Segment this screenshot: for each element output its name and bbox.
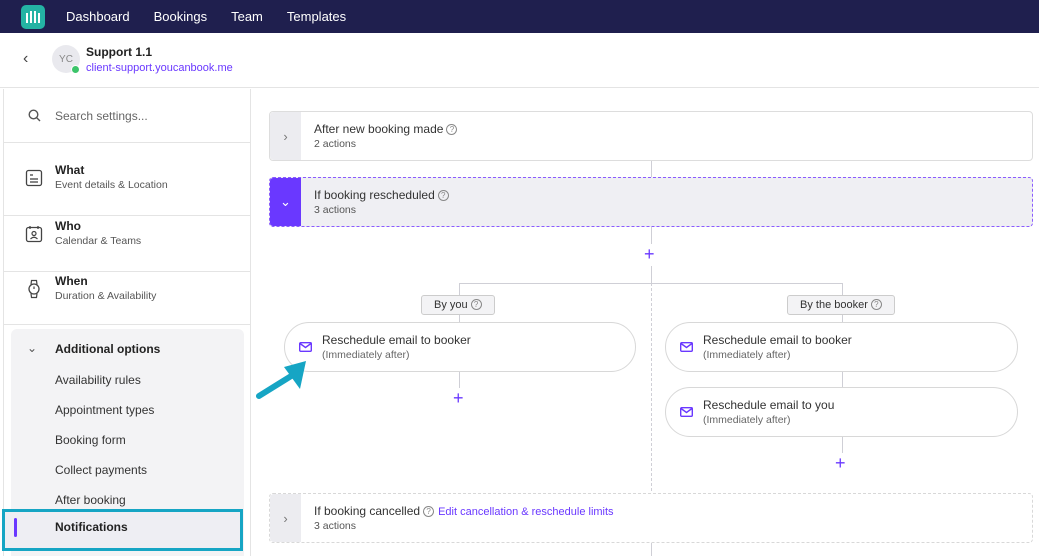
nav-dashboard[interactable]: Dashboard (66, 9, 130, 24)
action-reschedule-email-you[interactable]: Reschedule email to you (Immediately aft… (665, 387, 1018, 437)
sidebar-item-collect-payments[interactable]: Collect payments (55, 463, 147, 477)
top-navigation-bar: Dashboard Bookings Team Templates (0, 0, 1039, 33)
help-icon[interactable]: ? (423, 506, 435, 517)
chevron-down-icon: ⌄ (27, 341, 38, 355)
contact-card-icon (25, 226, 43, 243)
sidebar-item-booking-form[interactable]: Booking form (55, 433, 126, 447)
help-icon[interactable]: ? (870, 299, 882, 310)
trigger-subtitle: 3 actions (314, 204, 357, 216)
connector (651, 266, 652, 283)
online-status-dot (71, 65, 80, 74)
trigger-after-new-booking[interactable]: › After new booking made? 2 actions (269, 111, 1033, 161)
nav-team[interactable]: Team (231, 9, 263, 24)
branch-label-text: By you (434, 299, 468, 311)
avatar-initials: YC (59, 53, 73, 65)
search-settings[interactable]: Search settings... (4, 89, 250, 143)
trigger-subtitle: 3 actions (314, 520, 357, 532)
help-icon[interactable]: ? (437, 190, 449, 201)
watch-icon (28, 279, 40, 299)
connector (459, 283, 460, 295)
trigger-title: If booking rescheduled? (314, 188, 449, 202)
workflow-canvas: › After new booking made? 2 actions ⌄ If… (252, 89, 1039, 556)
annotation-arrow-icon (256, 361, 306, 399)
sidebar-item-title: What (55, 163, 85, 177)
mail-icon (680, 342, 693, 352)
action-subtitle: (Immediately after) (322, 349, 410, 361)
branch-by-you-label: By you? (421, 295, 495, 315)
help-icon[interactable]: ? (446, 124, 458, 135)
chevron-right-icon[interactable]: › (270, 112, 301, 160)
additional-options-label: Additional options (55, 342, 161, 356)
trigger-title: After new booking made? (314, 122, 458, 136)
page-header: ‹ YC Support 1.1 client-support.youcanbo… (0, 33, 1039, 88)
trigger-title-text: After new booking made (314, 122, 444, 136)
trigger-title: If booking cancelled? Edit cancellation &… (314, 504, 614, 518)
add-action-plus-icon[interactable]: + (835, 454, 846, 472)
connector (842, 315, 843, 322)
sidebar-item-title: When (55, 274, 88, 288)
back-chevron-icon[interactable]: ‹ (23, 50, 28, 68)
connector (842, 372, 843, 387)
mail-icon (680, 407, 693, 417)
trigger-booking-rescheduled[interactable]: ⌄ If booking rescheduled? 3 actions (269, 177, 1033, 227)
sidebar-item-who[interactable]: Who Calendar & Teams (4, 211, 250, 267)
trigger-title-text: If booking rescheduled (314, 188, 435, 202)
sidebar-item-what[interactable]: What Event details & Location (4, 155, 250, 211)
add-action-plus-icon[interactable]: + (644, 245, 655, 263)
connector (459, 315, 460, 322)
additional-options-toggle[interactable]: ⌄ Additional options (11, 341, 244, 359)
nav-templates[interactable]: Templates (287, 9, 346, 24)
app-logo-icon[interactable] (21, 4, 45, 29)
connector (651, 227, 652, 244)
mail-icon (299, 342, 312, 352)
action-reschedule-email-booker-booker[interactable]: Reschedule email to booker (Immediately … (665, 322, 1018, 372)
branch-label-text: By the booker (800, 299, 868, 311)
connector (842, 283, 843, 295)
action-title: Reschedule email to booker (703, 333, 852, 347)
action-subtitle: (Immediately after) (703, 349, 791, 361)
sidebar-item-title: Who (55, 219, 81, 233)
sidebar-item-subtitle: Event details & Location (55, 179, 168, 191)
search-input[interactable]: Search settings... (55, 109, 148, 123)
connector (651, 543, 652, 556)
connector (651, 161, 652, 177)
action-reschedule-email-booker-you[interactable]: Reschedule email to booker (Immediately … (284, 322, 636, 372)
page-url-link[interactable]: client-support.youcanbook.me (86, 62, 233, 74)
action-subtitle: (Immediately after) (703, 414, 791, 426)
action-title: Reschedule email to you (703, 398, 835, 412)
nav-bookings[interactable]: Bookings (154, 9, 207, 24)
sidebar-item-appointment-types[interactable]: Appointment types (55, 403, 154, 417)
sidebar-item-label: Notifications (55, 520, 128, 534)
connector (842, 437, 843, 453)
active-indicator (14, 518, 17, 537)
document-icon (25, 169, 43, 187)
edit-cancellation-limits-link[interactable]: Edit cancellation & reschedule limits (438, 506, 613, 518)
sidebar-item-subtitle: Calendar & Teams (55, 235, 142, 247)
chevron-down-icon[interactable]: ⌄ (270, 178, 301, 226)
branch-by-booker-label: By the booker? (787, 295, 895, 315)
divider (4, 324, 250, 325)
help-icon[interactable]: ? (470, 299, 482, 310)
sidebar-item-after-booking[interactable]: After booking (55, 493, 126, 507)
add-action-plus-icon[interactable]: + (453, 389, 464, 407)
action-title: Reschedule email to booker (322, 333, 471, 347)
connector (459, 372, 460, 388)
settings-sidebar: Search settings... What Event details & … (3, 89, 251, 556)
sidebar-item-subtitle: Duration & Availability (55, 290, 157, 302)
trigger-subtitle: 2 actions (314, 138, 357, 150)
sidebar-item-notifications[interactable]: Notifications (2, 509, 243, 551)
chevron-right-icon[interactable]: › (270, 494, 301, 542)
search-icon (28, 109, 41, 122)
trigger-booking-cancelled[interactable]: › If booking cancelled? Edit cancellation… (269, 493, 1033, 543)
sidebar-item-when[interactable]: When Duration & Availability (4, 266, 250, 322)
sidebar-item-availability-rules[interactable]: Availability rules (55, 373, 141, 387)
trigger-title-text: If booking cancelled (314, 504, 421, 518)
page-title: Support 1.1 (86, 45, 153, 59)
